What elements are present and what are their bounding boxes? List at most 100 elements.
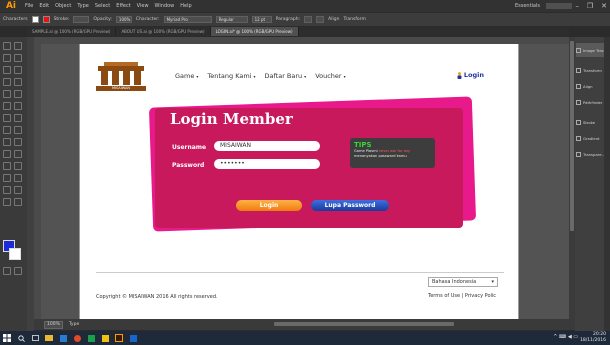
align-center-button[interactable]: [316, 16, 325, 23]
artboard[interactable]: MISAIWAN Game ▾ Tentang Kami ▾ Daftar Baru…: [79, 44, 519, 319]
symbol-sprayer-tool-icon[interactable]: [3, 174, 11, 182]
column-graph-tool-icon[interactable]: [14, 174, 22, 182]
artboard-tool-icon[interactable]: [3, 186, 11, 194]
stroke-color-icon[interactable]: [9, 248, 21, 260]
blend-tool-icon[interactable]: [14, 162, 22, 170]
horizontal-ruler[interactable]: [34, 37, 569, 44]
horizontal-scrollbar[interactable]: [274, 322, 454, 326]
system-tray[interactable]: ^ ⌨ ◀ ▭: [553, 334, 578, 340]
transform-link[interactable]: Transform: [343, 17, 365, 22]
menu-object[interactable]: Object: [52, 0, 74, 12]
chevron-down-icon: ▾: [253, 74, 256, 79]
illustrator-taskbar-icon[interactable]: [112, 331, 126, 345]
terms-links[interactable]: Terms of Use | Privacy Polic: [428, 293, 496, 299]
gradient-tool-icon[interactable]: [14, 150, 22, 158]
file-explorer-icon[interactable]: [42, 331, 56, 345]
minimize-button[interactable]: –: [575, 2, 579, 10]
scrollbar-thumb[interactable]: [570, 41, 574, 231]
type-tool-icon[interactable]: [3, 78, 11, 86]
selection-tool-icon[interactable]: [3, 42, 11, 50]
tab-login[interactable]: LOGIN.ai* @ 100% (RGB/GPU Preview): [210, 27, 299, 36]
login-link-label: Login: [463, 71, 484, 79]
vertical-ruler[interactable]: [34, 44, 41, 319]
eyedropper-tool-icon[interactable]: [3, 162, 11, 170]
hand-tool-icon[interactable]: [3, 198, 11, 206]
restore-button[interactable]: ❐: [587, 2, 593, 10]
font-size-input[interactable]: 12 pt: [251, 16, 272, 23]
draw-mode-icon[interactable]: [3, 267, 11, 275]
chevron-down-icon: ▾: [304, 74, 307, 79]
zoom-tool-icon[interactable]: [14, 198, 22, 206]
zoom-select[interactable]: 100%: [44, 320, 63, 329]
clock[interactable]: 20:20 18/11/2016: [580, 332, 606, 344]
login-button[interactable]: Login: [236, 200, 302, 211]
lasso-tool-icon[interactable]: [14, 54, 22, 62]
canvas[interactable]: MISAIWAN Game ▾ Tentang Kami ▾ Daftar Baru…: [41, 44, 569, 319]
control-bar-label: Characters: [3, 17, 28, 22]
store-icon[interactable]: [56, 331, 70, 345]
nav-tentang-kami[interactable]: Tentang Kami ▾: [207, 72, 255, 80]
menu-help[interactable]: Help: [177, 0, 194, 12]
slice-tool-icon[interactable]: [14, 186, 22, 194]
app-icon[interactable]: [126, 331, 140, 345]
font-family-select[interactable]: Myriad Pro: [163, 16, 212, 23]
login-link[interactable]: Login: [457, 71, 484, 79]
paragraph-label: Paragraph:: [275, 17, 301, 22]
tips-text: Game Plasmi never ask for any menanyakan…: [354, 149, 411, 158]
stroke-label: Stroke:: [53, 17, 70, 22]
opacity-input[interactable]: 100%: [115, 16, 132, 23]
logo-tagline: MISAIWAN: [96, 86, 146, 91]
menu-edit[interactable]: Edit: [36, 0, 52, 12]
direct-selection-tool-icon[interactable]: [14, 42, 22, 50]
window-controls: – ❐ ✕: [575, 0, 607, 12]
language-select[interactable]: Bahasa Indonesia ▾: [428, 277, 498, 287]
font-style-select[interactable]: Regular: [215, 16, 248, 23]
app-icon[interactable]: [98, 331, 112, 345]
menu-select[interactable]: Select: [92, 0, 113, 12]
app-icon[interactable]: [84, 331, 98, 345]
free-transform-tool-icon[interactable]: [14, 126, 22, 134]
magic-wand-tool-icon[interactable]: [3, 54, 11, 62]
transform-icon: [576, 67, 581, 73]
workspace-switcher[interactable]: Essentials: [515, 0, 540, 12]
windows-start-icon[interactable]: [0, 331, 14, 345]
eraser-tool-icon[interactable]: [14, 102, 22, 110]
forgot-password-button[interactable]: Lupa Password: [311, 200, 389, 211]
tab-sample[interactable]: SAMPLE.ai @ 100% (RGB/GPU Preview): [27, 27, 117, 36]
password-input[interactable]: •••••••: [214, 159, 320, 169]
app-icon[interactable]: [70, 331, 84, 345]
width-tool-icon[interactable]: [3, 126, 11, 134]
tab-about-us[interactable]: ABOUT US.ai @ 100% (RGB/GPU Preview): [116, 27, 211, 36]
nav-game[interactable]: Game ▾: [175, 72, 198, 80]
stroke-swatch[interactable]: [42, 16, 50, 23]
paintbrush-tool-icon[interactable]: [14, 90, 22, 98]
menu-file[interactable]: File: [22, 0, 36, 12]
task-view-icon[interactable]: [28, 331, 42, 345]
rotate-tool-icon[interactable]: [3, 114, 11, 122]
menu-window[interactable]: Window: [152, 0, 178, 12]
pencil-tool-icon[interactable]: [3, 102, 11, 110]
line-tool-icon[interactable]: [14, 78, 22, 86]
close-button[interactable]: ✕: [601, 2, 607, 10]
perspective-grid-tool-icon[interactable]: [14, 138, 22, 146]
username-input[interactable]: MISAIWAN: [214, 141, 320, 151]
nav-daftar-baru[interactable]: Daftar Baru ▾: [265, 72, 307, 80]
screen-mode-icon[interactable]: [14, 267, 22, 275]
help-search-input[interactable]: [546, 3, 572, 9]
nav-voucher[interactable]: Voucher ▾: [315, 72, 345, 80]
align-left-button[interactable]: [304, 16, 313, 23]
align-link[interactable]: Align: [328, 17, 339, 22]
rectangle-tool-icon[interactable]: [3, 90, 11, 98]
stroke-weight-input[interactable]: [73, 16, 90, 23]
search-icon[interactable]: [14, 331, 28, 345]
fill-swatch[interactable]: [31, 16, 39, 23]
menu-effect[interactable]: Effect: [113, 0, 133, 12]
curvature-tool-icon[interactable]: [14, 66, 22, 74]
shape-builder-tool-icon[interactable]: [3, 138, 11, 146]
scale-tool-icon[interactable]: [14, 114, 22, 122]
menu-view[interactable]: View: [134, 0, 152, 12]
pen-tool-icon[interactable]: [3, 66, 11, 74]
status-bar: 100% Type: [34, 319, 575, 330]
menu-type[interactable]: Type: [74, 0, 91, 12]
mesh-tool-icon[interactable]: [3, 150, 11, 158]
